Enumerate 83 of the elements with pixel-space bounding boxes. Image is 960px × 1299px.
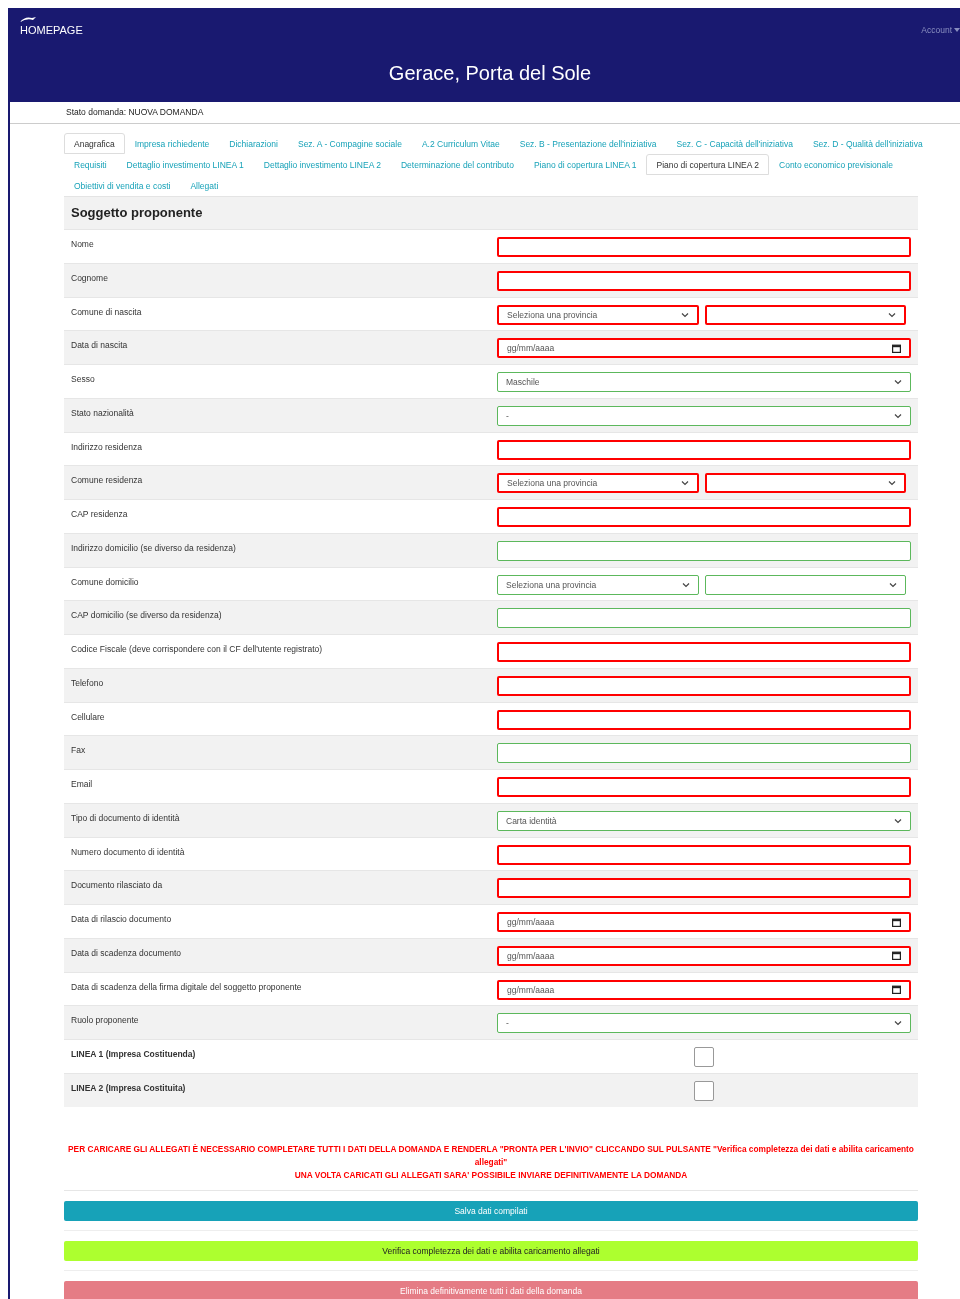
field-label: Codice Fiscale (deve corrispondere con il CF dell'utente registrato) (71, 643, 324, 656)
status-text: Stato domanda: NUOVA DOMANDA (10, 102, 960, 124)
municipality-select-field[interactable] (704, 473, 906, 494)
field-label: Numero documento di identità (71, 845, 186, 859)
field-label: Comune domicilio (71, 575, 140, 589)
chevron-down-icon (894, 379, 902, 385)
province-select-field[interactable]: Seleziona una provincia (497, 574, 699, 595)
field-label: Stato nazionalità (71, 406, 135, 420)
field-label: Data di scadenza della firma digitale del soggetto proponente (71, 980, 303, 994)
field-label: Comune residenza (71, 474, 144, 488)
text-input-field[interactable] (497, 709, 911, 730)
delete-button[interactable]: Elimina definitivamente tutti i dati della domanda (64, 1280, 918, 1299)
checkbox[interactable] (694, 1047, 714, 1067)
account-menu[interactable]: Account (921, 25, 960, 35)
chevron-down-icon (681, 581, 690, 588)
field-label: CAP domicilio (se diverso da residenza) (71, 609, 223, 623)
calendar-icon (892, 985, 901, 994)
field-label: Data di scadenza documento (71, 946, 183, 960)
text-input-field[interactable] (497, 237, 911, 257)
date-field[interactable]: gg/mm/aaaa (497, 338, 911, 359)
save-button[interactable]: Salva dati compilati (64, 1200, 918, 1221)
field-label: Fax (71, 744, 87, 758)
tab[interactable]: Anagrafica (64, 133, 125, 154)
field-label: Indirizzo domicilio (se diverso da residenza) (71, 541, 237, 555)
text-input-field[interactable] (497, 844, 911, 865)
select-field[interactable]: Maschile (497, 372, 911, 392)
select-field[interactable]: - (497, 405, 911, 426)
municipality-select-field[interactable] (704, 574, 906, 595)
text-input-field[interactable] (497, 608, 911, 629)
chevron-down-icon (894, 1020, 902, 1027)
field-label: Data di rilascio documento (71, 913, 173, 926)
text-input-field[interactable] (497, 743, 911, 764)
field-label: Cellulare (71, 710, 106, 724)
date-field[interactable]: gg/mm/aaaa (497, 945, 911, 966)
warning-text: PER CARICARE GLI ALLEGATI È NECESSARIO COMPLETARE TUTTI I DATI DELLA DOMANDA E RENDERLA "PRONTA PER L'INVIO" CLICCANDO SUL PULSANTE "Verifica completezza dei dati e abilita caricamento allegati" (67, 1142, 915, 1169)
calendar-icon (892, 343, 901, 353)
field-label: Email (71, 778, 94, 791)
chevron-down-icon (680, 480, 689, 487)
field-label: Cognome (71, 271, 109, 285)
verify-button[interactable]: Verifica completezza dei dati e abilita caricamento allegati (64, 1240, 918, 1261)
warning-text: UNA VOLTA CARICATI GLI ALLEGATI SARA' POSSIBILE INVIARE DEFINITIVAMENTE LA DOMANDA (294, 1168, 688, 1182)
chevron-down-icon (680, 311, 689, 318)
select-field[interactable]: - (497, 1013, 911, 1034)
text-input-field[interactable] (497, 878, 911, 899)
calendar-icon (892, 917, 901, 927)
chevron-down-icon (889, 581, 897, 588)
text-input-field[interactable] (497, 777, 911, 797)
municipality-select-field[interactable] (704, 304, 906, 325)
date-field[interactable]: gg/mm/aaaa (497, 912, 911, 932)
page-title: Gerace, Porta del Sole (387, 62, 593, 85)
calendar-icon (892, 951, 901, 961)
homepage-link[interactable]: HOMEPAGE (20, 24, 83, 36)
select-field[interactable]: Carta identità (497, 810, 911, 831)
text-input-field[interactable] (497, 439, 911, 460)
tab[interactable]: Piano di copertura LINEA 2 (646, 154, 769, 175)
text-input-field[interactable] (497, 270, 911, 291)
caret-icon (954, 28, 960, 32)
chevron-down-icon (894, 817, 902, 824)
province-select-field[interactable]: Seleziona una provincia (497, 304, 699, 325)
text-input-field[interactable] (497, 507, 911, 527)
chevron-down-icon (888, 311, 896, 318)
field-label: Data di nascita (71, 339, 129, 353)
date-field[interactable]: gg/mm/aaaa (497, 979, 911, 1000)
field-label: Nome (71, 238, 95, 251)
field-label: LINEA 2 (Impresa Costituita) (71, 1081, 187, 1095)
field-label: Documento rilasciato da (71, 879, 164, 893)
field-label: Indirizzo residenza (71, 440, 143, 454)
field-label: Comune di nascita (71, 305, 143, 319)
field-label: Telefono (71, 676, 105, 690)
field-label: CAP residenza (71, 508, 129, 521)
field-label: Sesso (71, 373, 96, 386)
checkbox[interactable] (694, 1080, 714, 1101)
logo-icon (20, 16, 36, 23)
field-label: Tipo di documento di identità (71, 811, 181, 825)
province-select-field[interactable]: Seleziona una provincia (497, 473, 699, 494)
field-label: LINEA 1 (Impresa Costituenda) (71, 1048, 197, 1061)
field-label: Ruolo proponente (71, 1014, 140, 1028)
text-input-field[interactable] (497, 642, 911, 662)
chevron-down-icon (888, 480, 896, 487)
text-input-field[interactable] (497, 675, 911, 696)
chevron-down-icon (894, 412, 902, 419)
section-title: Soggetto proponente (64, 196, 918, 229)
text-input-field[interactable] (497, 540, 911, 561)
